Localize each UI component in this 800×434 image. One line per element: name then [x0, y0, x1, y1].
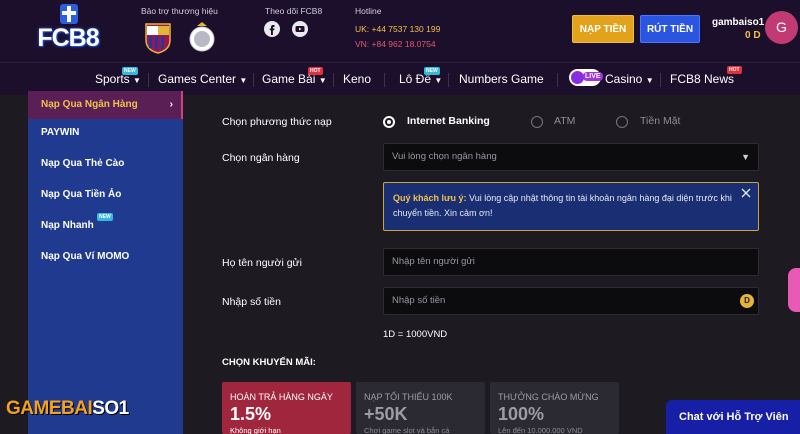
cross-shield-icon: [60, 4, 78, 24]
promo-value: 100%: [498, 404, 545, 424]
promo-card-min-deposit[interactable]: NẠP TỐI THIỂU 100K +50K Chơi game slot v…: [356, 382, 485, 434]
bank-label: Chọn ngân hàng: [222, 152, 300, 164]
promo-card-welcome[interactable]: THƯỞNG CHÀO MỪNG 100% Lên đến 10.000.000…: [490, 382, 619, 434]
nav-divider: [148, 73, 149, 87]
nav-item-numbers-game[interactable]: Numbers Game: [459, 72, 544, 86]
nav-divider: [660, 73, 661, 87]
radio-label: Internet Banking: [407, 115, 490, 127]
promo-title: CHỌN KHUYẾN MÃI:: [222, 357, 316, 368]
radio-label: Tiền Mặt: [640, 115, 681, 127]
hot-badge: HOT: [727, 66, 742, 74]
nav-divider: [253, 73, 254, 87]
club-crest-icon: [189, 22, 215, 52]
promo-sub: Không giới hạn: [230, 426, 281, 434]
hotline-uk[interactable]: UK: +44 7537 130 199: [355, 24, 440, 34]
hotline-vn[interactable]: VN: +84 962 18.0754: [355, 39, 436, 49]
sidebar-item-momo[interactable]: Nạp Qua Ví MOMO: [28, 243, 183, 271]
balance: 0 D: [745, 30, 761, 41]
promo-head: NẠP TỐI THIỂU 100K: [364, 392, 453, 402]
sidebar-item-label: Nạp Qua Ngân Hàng: [41, 99, 138, 110]
watermark: GAMEBAISO1: [6, 398, 129, 420]
sidebar-item-crypto[interactable]: Nạp Qua Tiền Ảo: [28, 181, 183, 209]
coin-icon: D: [740, 294, 754, 308]
notice-title: Quý khách lưu ý:: [393, 193, 467, 203]
bank-select-value: Vui lòng chọn ngân hàng: [392, 151, 497, 162]
fcb8-logo[interactable]: FCB8: [30, 4, 106, 58]
amount-label: Nhập số tiền: [222, 296, 281, 308]
follow-label: Theo dõi FCB8: [265, 6, 323, 16]
sidebar-item-card[interactable]: Nạp Qua Thẻ Cào: [28, 150, 183, 178]
nav-divider: [333, 73, 334, 87]
new-badge: NEW: [97, 213, 113, 221]
page: FCB8 Bảo trợ thương hiệu Theo dõi FCB8 H…: [0, 0, 800, 434]
promo-value: +50K: [364, 404, 408, 424]
logo-text: FCB8: [37, 24, 99, 52]
watermark-part2: SO1: [92, 398, 129, 419]
withdraw-button[interactable]: RÚT TIỀN: [640, 15, 700, 43]
promo-sub: Chơi game slot và bắn cá: [364, 426, 450, 434]
sidebar-item-bank[interactable]: Nạp Qua Ngân Hàng ›: [28, 91, 183, 119]
radio-cash[interactable]: [616, 116, 628, 128]
amount-input[interactable]: Nhập số tiền: [383, 287, 759, 315]
notice-box: Quý khách lưu ý: Vui lòng cập nhật thông…: [383, 182, 759, 231]
support-chat-button[interactable]: Chat với Hỗ Trợ Viên: [666, 400, 800, 434]
close-icon[interactable]: [740, 187, 752, 199]
nav-divider: [448, 73, 449, 87]
floating-mascot[interactable]: [788, 268, 800, 312]
watermark-part1: GAMEBAI: [6, 398, 93, 419]
deposit-sidebar: Nạp Qua Ngân Hàng › PAYWIN Nạp Qua Thẻ C…: [28, 91, 183, 434]
exchange-rate: 1D = 1000VND: [383, 329, 448, 340]
fcb-crest-icon: [145, 23, 171, 54]
nav-item-keno[interactable]: Keno: [343, 72, 371, 86]
avatar[interactable]: G: [765, 11, 798, 44]
nav-item-casino[interactable]: Casino ▼: [605, 72, 654, 86]
method-label: Chọn phương thức nạp: [222, 116, 332, 128]
caret-down-icon: ▼: [741, 152, 750, 162]
chevron-down-icon: ▼: [645, 76, 654, 85]
live-badge: LIVE: [569, 69, 603, 86]
deposit-button[interactable]: NẠP TIỀN: [572, 15, 634, 43]
nav-divider: [557, 73, 558, 87]
sponsor-label: Bảo trợ thương hiệu: [141, 6, 218, 16]
nav-item-label: Games Center: [158, 72, 237, 86]
sender-name-input[interactable]: Nhập tên người gửi: [383, 248, 759, 276]
youtube-icon[interactable]: [292, 21, 308, 37]
radio-internet-banking[interactable]: [383, 116, 395, 128]
chevron-down-icon: ▼: [318, 76, 327, 85]
radio-label: ATM: [554, 115, 576, 127]
new-badge: NEW: [122, 67, 138, 75]
promo-head: HOÀN TRẢ HÀNG NGÀY: [230, 392, 333, 402]
header: FCB8 Bảo trợ thương hiệu Theo dõi FCB8 H…: [0, 0, 800, 62]
chevron-down-icon: ▼: [133, 76, 141, 85]
chevron-down-icon: ▼: [239, 76, 248, 85]
radio-atm[interactable]: [531, 116, 543, 128]
nav-item-games-center[interactable]: Games Center ▼: [158, 72, 247, 86]
facebook-icon[interactable]: [264, 21, 280, 37]
new-badge: NEW: [424, 67, 440, 75]
hot-badge: HOT: [308, 67, 323, 75]
promo-value: 1.5%: [230, 404, 272, 424]
nav-divider: [384, 73, 385, 87]
sidebar-item-paywin[interactable]: PAYWIN: [28, 119, 183, 147]
chevron-down-icon: ▼: [434, 76, 443, 85]
sender-label: Họ tên người gửi: [222, 257, 302, 269]
chevron-right-icon: ›: [169, 99, 173, 110]
live-label: LIVE: [583, 72, 603, 81]
username[interactable]: gambaiso1: [712, 17, 764, 28]
nav-item-fcb8-news[interactable]: FCB8 News: [670, 72, 734, 86]
promo-head: THƯỞNG CHÀO MỪNG: [498, 392, 599, 402]
hotline-label: Hotline: [355, 6, 382, 16]
promo-card-cashback[interactable]: HOÀN TRẢ HÀNG NGÀY 1.5% Không giới hạn: [222, 382, 351, 434]
promo-sub: Lên đến 10.000.000 VND: [498, 426, 583, 434]
bank-select[interactable]: Vui lòng chọn ngân hàng ▼: [383, 143, 759, 171]
nav-item-label: Casino: [605, 72, 643, 86]
